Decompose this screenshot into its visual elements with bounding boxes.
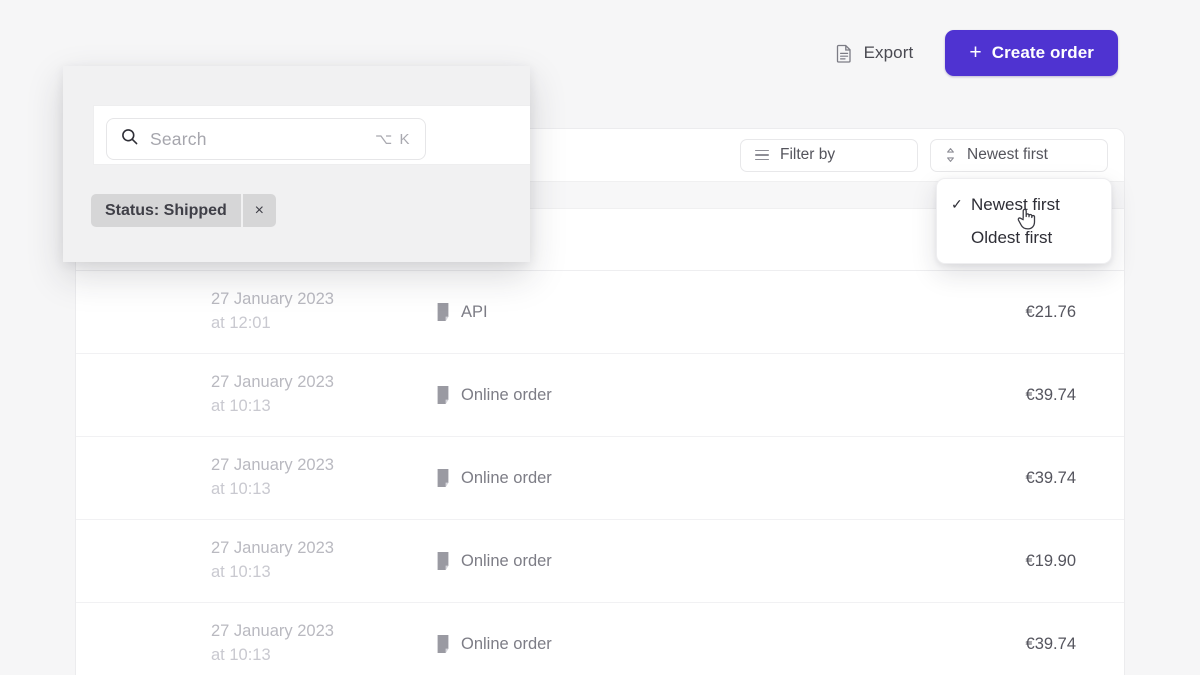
file-icon [436,386,450,404]
sort-select-value: Newest first [967,146,1048,164]
export-label: Export [864,43,914,63]
order-date: 27 January 2023 [211,371,436,395]
file-icon [436,469,450,487]
cell-source: Online order [436,386,866,405]
document-icon [836,44,853,63]
cell-date: 27 January 2023at 10:13 [76,537,436,585]
cell-date: 27 January 2023at 10:13 [76,620,436,668]
page-actions: Export + Create order [832,30,1118,76]
cell-source: Online order [436,635,866,654]
file-icon [436,303,450,321]
export-button[interactable]: Export [832,37,918,69]
filter-chip-label: Status: Shipped [91,194,241,227]
cell-source: API [436,303,866,322]
source-label: Online order [461,386,552,405]
table-row[interactable]: 27 January 2023at 10:13 Online order €19.9… [76,520,1124,603]
search-overlay-panel: Search ⌥ K Status: Shipped × [63,66,530,262]
order-amount: €39.74 [866,469,1124,488]
create-order-label: Create order [992,43,1094,63]
search-input[interactable]: Search ⌥ K [106,118,426,160]
table-row[interactable]: 27 January 2023at 10:13 Online order €39.7… [76,603,1124,675]
order-amount: €19.90 [866,552,1124,571]
filter-by-label: Filter by [780,146,835,164]
order-time: at 10:13 [211,478,436,502]
order-amount: €39.74 [866,635,1124,654]
hamburger-icon [755,150,769,161]
order-date: 27 January 2023 [211,620,436,644]
order-date: 27 January 2023 [211,537,436,561]
cell-date: 27 January 2023at 10:13 [76,371,436,419]
cell-date: 27 January 2023at 12:01 [76,288,436,336]
table-body: 27 January 2023at 12:01API€21.7627 Janua… [76,271,1124,675]
source-label: API [461,303,488,322]
table-row[interactable]: 27 January 2023at 10:13 Online order €39.7… [76,354,1124,437]
search-icon [121,128,138,150]
pointer-hand-cursor-icon [1016,206,1038,232]
source-label: Online order [461,635,552,654]
plus-icon: + [969,42,981,63]
file-icon [436,635,450,653]
order-time: at 10:13 [211,561,436,585]
order-time: at 10:13 [211,644,436,668]
filter-by-button[interactable]: Filter by [740,139,918,172]
table-row[interactable]: 27 January 2023at 10:13 Online order €39.7… [76,437,1124,520]
order-date: 27 January 2023 [211,288,436,312]
cell-source: Online order [436,469,866,488]
sort-option-label: Oldest first [971,228,1052,248]
order-time: at 12:01 [211,312,436,336]
search-shortcut-hint: ⌥ K [375,130,411,148]
sort-select[interactable]: Newest first [930,139,1108,172]
source-label: Online order [461,552,552,571]
filter-chip-remove-button[interactable]: × [243,194,276,227]
create-order-button[interactable]: + Create order [945,30,1118,76]
order-amount: €39.74 [866,386,1124,405]
updown-chevrons-icon [945,147,956,163]
source-label: Online order [461,469,552,488]
file-icon [436,552,450,570]
check-icon: ✓ [951,196,964,213]
cell-source: Online order [436,552,866,571]
cell-date: 27 January 2023at 10:13 [76,454,436,502]
app-root: Export + Create order Filter by Newest f… [0,0,1200,675]
active-filter-chip: Status: Shipped × [91,194,276,227]
order-time: at 10:13 [211,395,436,419]
order-amount: €21.76 [866,303,1124,322]
table-row[interactable]: 27 January 2023at 12:01 API €21.76 [76,271,1124,354]
search-placeholder: Search [150,129,375,150]
order-date: 27 January 2023 [211,454,436,478]
